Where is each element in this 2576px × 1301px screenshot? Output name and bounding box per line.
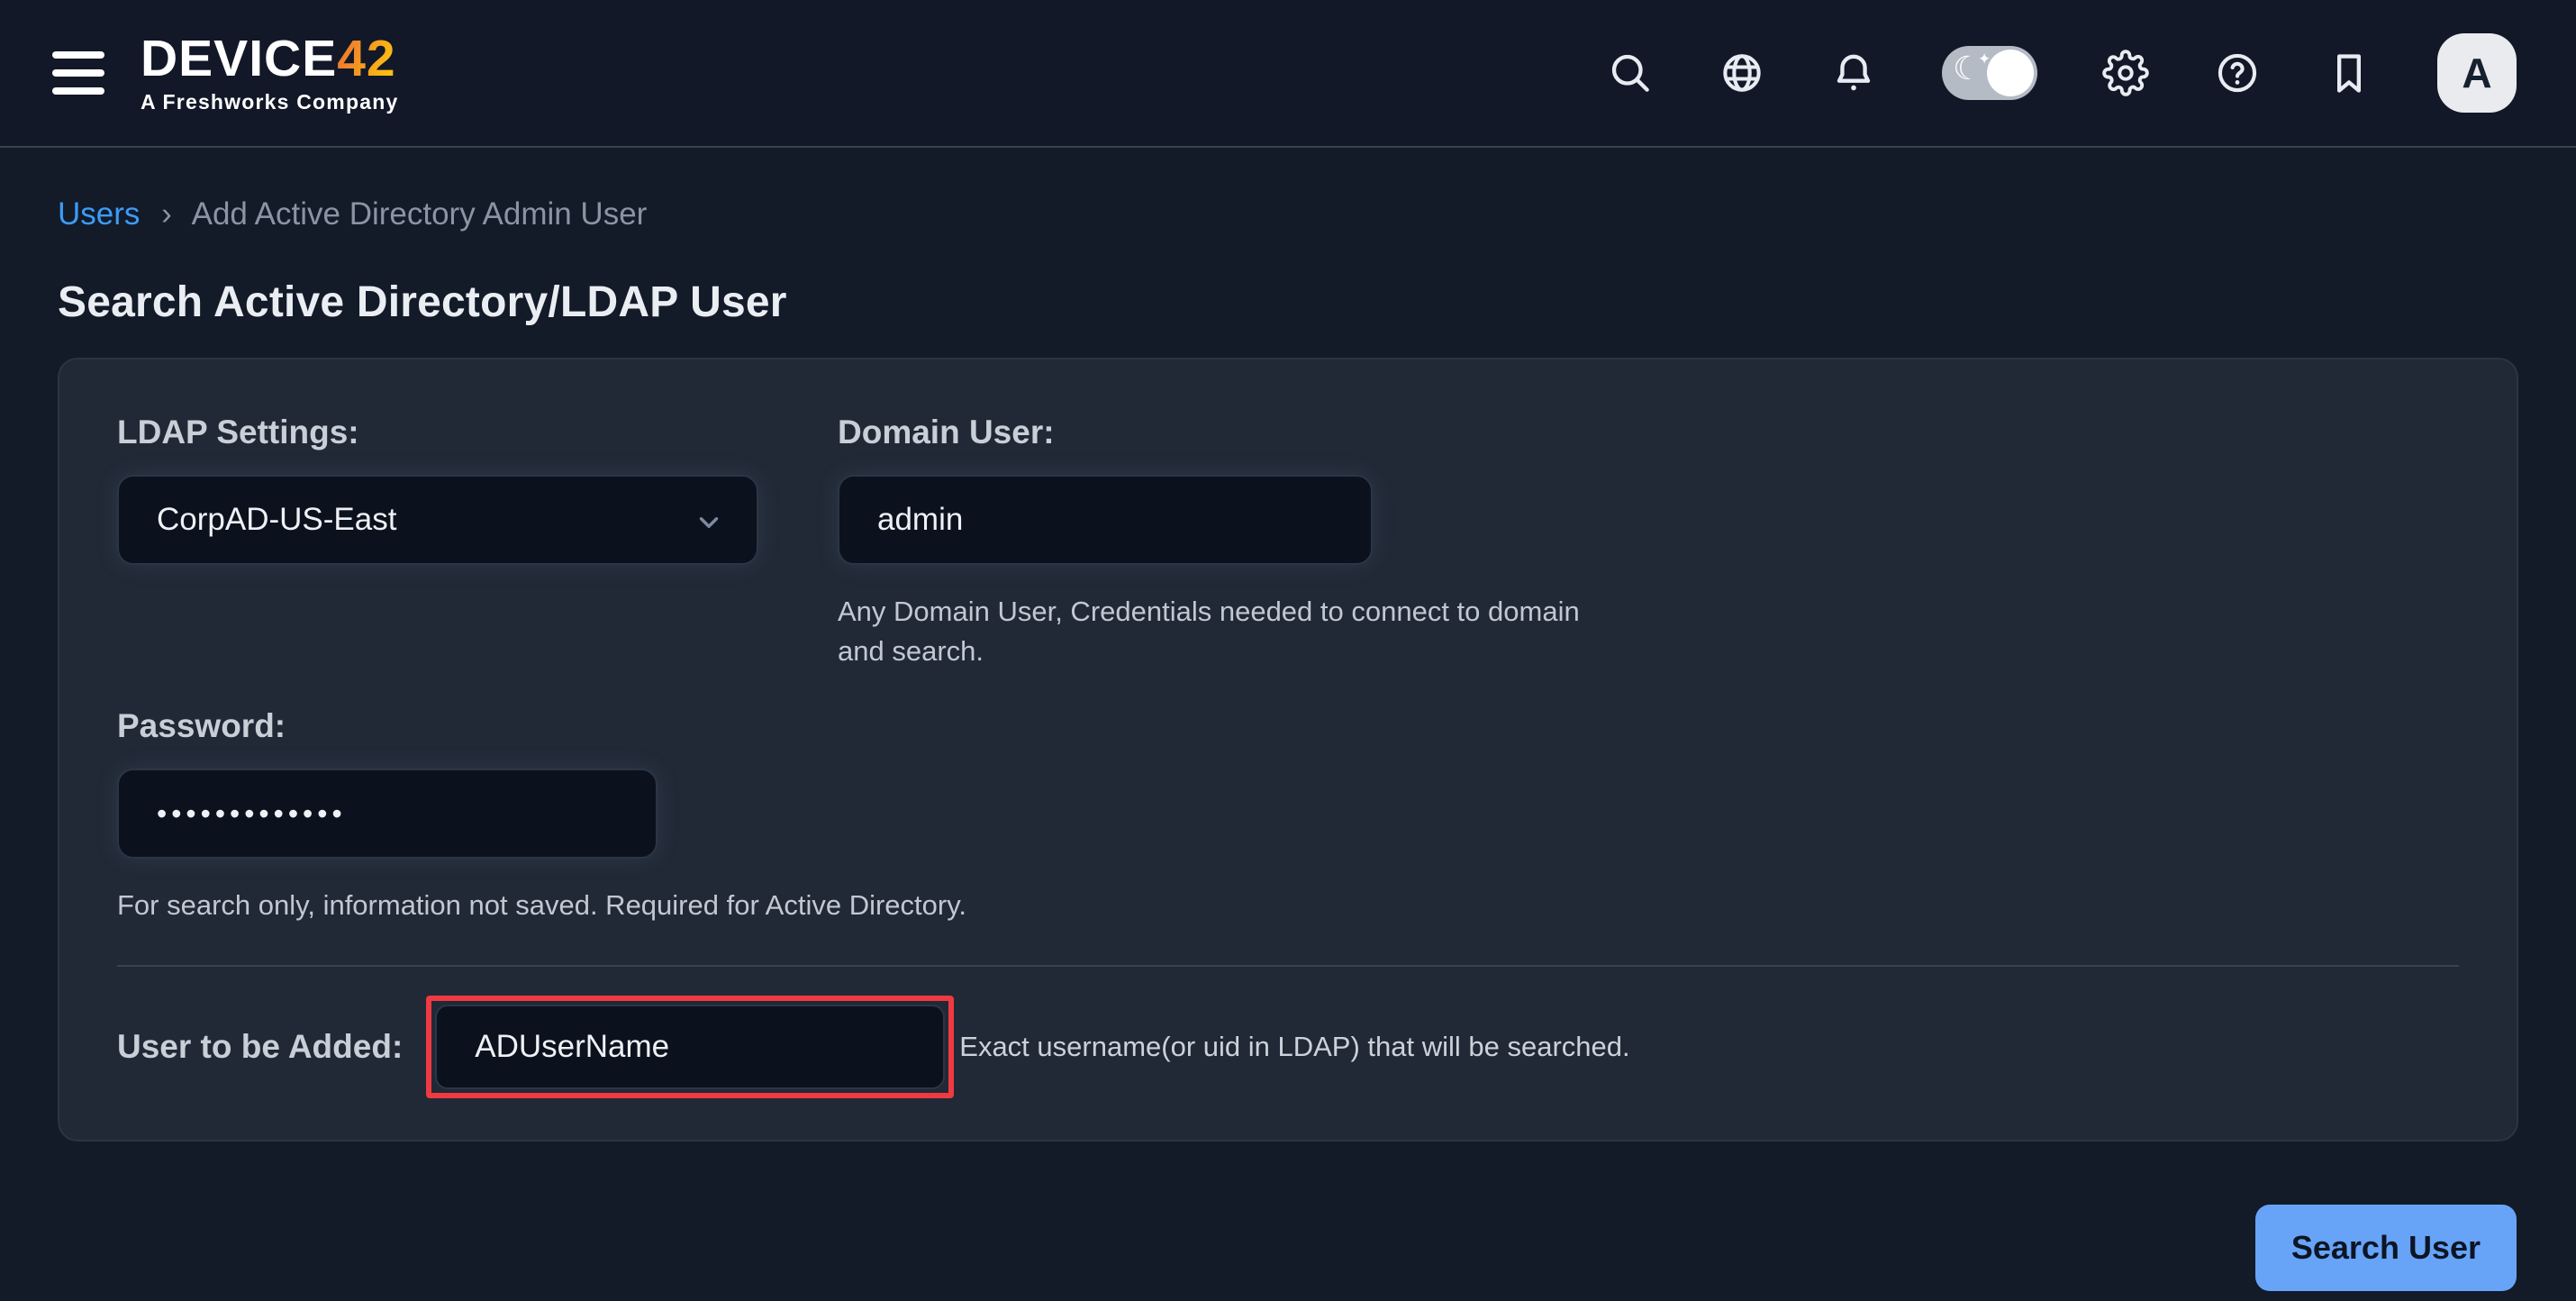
form-actions: Search User — [58, 1205, 2518, 1291]
user-to-be-added-helper-text: Exact username(or uid in LDAP) that will… — [959, 1031, 1629, 1063]
password-field: Password: For search only, information n… — [117, 707, 2459, 925]
highlight-red-box — [426, 996, 954, 1098]
brand-accent: 42 — [337, 30, 395, 87]
user-avatar[interactable]: A — [2437, 33, 2517, 113]
avatar-initial: A — [2462, 49, 2491, 97]
password-label: Password: — [117, 707, 2459, 745]
theme-toggle[interactable]: ☾ ✦ — [1942, 46, 2037, 100]
breadcrumb-link-users[interactable]: Users — [58, 196, 140, 232]
settings-gear-icon[interactable] — [2102, 50, 2149, 96]
breadcrumb: Users › Add Active Directory Admin User — [58, 196, 2518, 232]
help-icon[interactable] — [2214, 50, 2261, 96]
domain-user-field: Domain User: Any Domain User, Credential… — [838, 414, 1630, 671]
page-title: Search Active Directory/LDAP User — [58, 277, 2518, 327]
search-user-button[interactable]: Search User — [2255, 1205, 2517, 1291]
ldap-settings-label: LDAP Settings: — [117, 414, 758, 451]
user-to-be-added-label: User to be Added: — [117, 1028, 403, 1066]
header-icon-group: ☾ ✦ A — [1607, 33, 2517, 113]
globe-icon[interactable] — [1719, 50, 1765, 96]
password-helper-text: For search only, information not saved. … — [117, 886, 2459, 925]
ldap-settings-selected-value: CorpAD-US-East — [157, 502, 396, 538]
breadcrumb-current: Add Active Directory Admin User — [192, 196, 648, 232]
main-content: Users › Add Active Directory Admin User … — [0, 196, 2576, 1291]
chevron-down-icon — [694, 507, 724, 538]
toggle-knob — [1987, 50, 2034, 96]
breadcrumb-separator: › — [161, 196, 172, 232]
hamburger-menu-icon[interactable] — [52, 51, 104, 95]
section-divider — [117, 965, 2459, 967]
user-to-be-added-row: User to be Added: Exact username(or uid … — [117, 996, 2459, 1098]
bookmark-icon[interactable] — [2326, 50, 2372, 96]
domain-user-helper-text: Any Domain User, Credentials needed to c… — [838, 592, 1630, 671]
brand-tagline: A Freshworks Company — [141, 92, 398, 113]
notifications-bell-icon[interactable] — [1830, 50, 1877, 96]
brand-logo[interactable]: DEVICE42 A Freshworks Company — [141, 33, 398, 113]
domain-user-input[interactable] — [838, 475, 1373, 565]
search-icon[interactable] — [1607, 50, 1654, 96]
domain-user-label: Domain User: — [838, 414, 1630, 451]
brand-name: DEVICE — [141, 30, 337, 87]
ldap-settings-field: LDAP Settings: CorpAD-US-East — [117, 414, 758, 565]
user-to-be-added-input[interactable] — [435, 1005, 945, 1089]
password-input[interactable] — [117, 769, 658, 859]
top-navbar: DEVICE42 A Freshworks Company ☾ ✦ — [0, 0, 2576, 148]
search-ldap-form-card: LDAP Settings: CorpAD-US-East Domain Use… — [58, 358, 2518, 1142]
ldap-settings-select[interactable]: CorpAD-US-East — [117, 475, 758, 565]
